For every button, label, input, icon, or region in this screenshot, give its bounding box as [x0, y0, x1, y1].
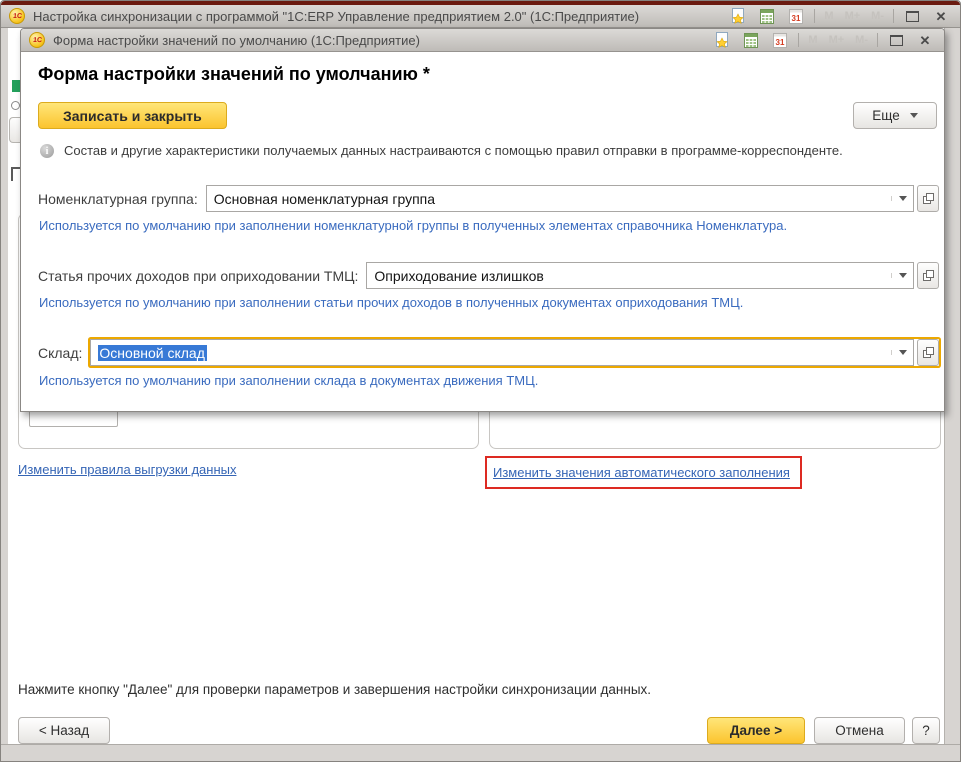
- maximize-icon[interactable]: [901, 7, 923, 25]
- memory-plus-button: M+: [827, 34, 847, 46]
- save-and-close-button[interactable]: Записать и закрыть: [38, 102, 227, 129]
- open-value-button[interactable]: [917, 262, 939, 289]
- chevron-down-icon: [899, 273, 907, 278]
- highlight-red-box: Изменить значения автоматического заполн…: [485, 456, 802, 489]
- open-icon: [923, 347, 934, 358]
- titlebar-separator: [798, 33, 799, 47]
- memory-minus-button: M-: [869, 10, 886, 22]
- dialog-content: Форма настройки значений по умолчанию * …: [21, 52, 944, 411]
- info-text: Состав и другие характеристики получаемы…: [64, 143, 843, 158]
- 1c-logo-icon: 1С: [29, 32, 45, 48]
- selected-text: Основной склад: [98, 345, 206, 361]
- close-icon[interactable]: ✕: [930, 7, 952, 25]
- favorites-icon[interactable]: [711, 31, 733, 49]
- open-value-button[interactable]: [917, 185, 939, 212]
- warehouse-input[interactable]: Основной склад: [90, 339, 914, 366]
- titlebar-icons: 31 M M+ M- ✕: [711, 31, 936, 49]
- open-value-button[interactable]: [917, 339, 939, 366]
- sync-window-title: Настройка синхронизации с программой "1С…: [33, 9, 719, 24]
- clipped-content-fragment: [12, 80, 20, 92]
- other-income-item-input[interactable]: Оприходование излишков: [366, 262, 914, 289]
- field-hint: Используется по умолчанию при заполнении…: [39, 218, 927, 233]
- field-hint: Используется по умолчанию при заполнении…: [39, 373, 927, 388]
- 1c-logo-icon: 1С: [9, 8, 25, 24]
- dialog-titlebar: 1С Форма настройки значений по умолчанию…: [21, 29, 944, 52]
- open-icon: [923, 270, 934, 281]
- calculator-icon[interactable]: [740, 31, 762, 49]
- field-label: Номенклатурная группа:: [38, 191, 198, 207]
- info-icon: i: [40, 144, 54, 158]
- window-frame: [944, 28, 960, 745]
- field-control-focused: Основной склад: [90, 339, 939, 366]
- calculator-icon[interactable]: [756, 7, 778, 25]
- memory-plus-button: M+: [843, 10, 863, 22]
- wizard-footer-hint: Нажмите кнопку "Далее" для проверки пара…: [18, 682, 651, 697]
- favorites-icon[interactable]: [727, 7, 749, 25]
- chevron-down-icon: [899, 196, 907, 201]
- calendar-icon[interactable]: 31: [785, 7, 807, 25]
- field-label: Склад:: [38, 345, 82, 361]
- field-row-nomenclature-group: Номенклатурная группа: Основная номенкла…: [21, 185, 944, 212]
- open-icon: [923, 193, 934, 204]
- calendar-icon[interactable]: 31: [769, 31, 791, 49]
- field-control: Оприходование излишков: [366, 262, 939, 289]
- defaults-form-dialog: 1С Форма настройки значений по умолчанию…: [20, 28, 945, 412]
- more-button[interactable]: Еще: [853, 102, 937, 129]
- nomenclature-group-input[interactable]: Основная номенклатурная группа: [206, 185, 914, 212]
- close-icon[interactable]: ✕: [914, 31, 936, 49]
- chevron-down-icon: [910, 113, 918, 118]
- change-autofill-values-link[interactable]: Изменить значения автоматического заполн…: [493, 465, 790, 480]
- svg-text:31: 31: [776, 38, 785, 47]
- titlebar-separator: [893, 9, 894, 23]
- titlebar-icons: 31 M M+ M- ✕: [727, 7, 952, 25]
- next-button[interactable]: Далее >: [707, 717, 805, 744]
- field-control: Основная номенклатурная группа: [206, 185, 939, 212]
- back-button[interactable]: < Назад: [18, 717, 110, 744]
- maximize-icon[interactable]: [885, 31, 907, 49]
- help-button[interactable]: ?: [912, 717, 940, 744]
- titlebar-separator: [877, 33, 878, 47]
- cancel-button[interactable]: Отмена: [814, 717, 905, 744]
- info-row: i Состав и другие характеристики получае…: [40, 143, 927, 158]
- change-export-rules-link[interactable]: Изменить правила выгрузки данных: [18, 462, 236, 477]
- field-hint: Используется по умолчанию при заполнении…: [39, 295, 927, 310]
- dialog-toolbar: Записать и закрыть Еще: [38, 102, 937, 129]
- sync-window-titlebar: 1С Настройка синхронизации с программой …: [1, 5, 960, 28]
- svg-text:31: 31: [792, 14, 801, 23]
- field-row-warehouse: Склад: Основной склад: [21, 339, 944, 366]
- screen: 1С Настройка синхронизации с программой …: [0, 0, 961, 762]
- field-label: Статья прочих доходов при оприходовании …: [38, 268, 358, 284]
- window-frame: [1, 744, 960, 761]
- field-row-other-income-item: Статья прочих доходов при оприходовании …: [21, 262, 944, 289]
- dropdown-button[interactable]: [891, 196, 913, 201]
- memory-recall-button: M: [806, 34, 819, 46]
- dropdown-button[interactable]: [891, 273, 913, 278]
- dropdown-button[interactable]: [891, 350, 913, 355]
- clipped-content-fragment: [11, 101, 20, 110]
- chevron-down-icon: [899, 350, 907, 355]
- links-row: Изменить правила выгрузки данных Изменит…: [8, 456, 947, 490]
- dialog-heading: Форма настройки значений по умолчанию *: [38, 64, 944, 85]
- memory-minus-button: M-: [853, 34, 870, 46]
- memory-recall-button: M: [822, 10, 835, 22]
- titlebar-separator: [814, 9, 815, 23]
- dialog-title: Форма настройки значений по умолчанию (1…: [53, 33, 703, 48]
